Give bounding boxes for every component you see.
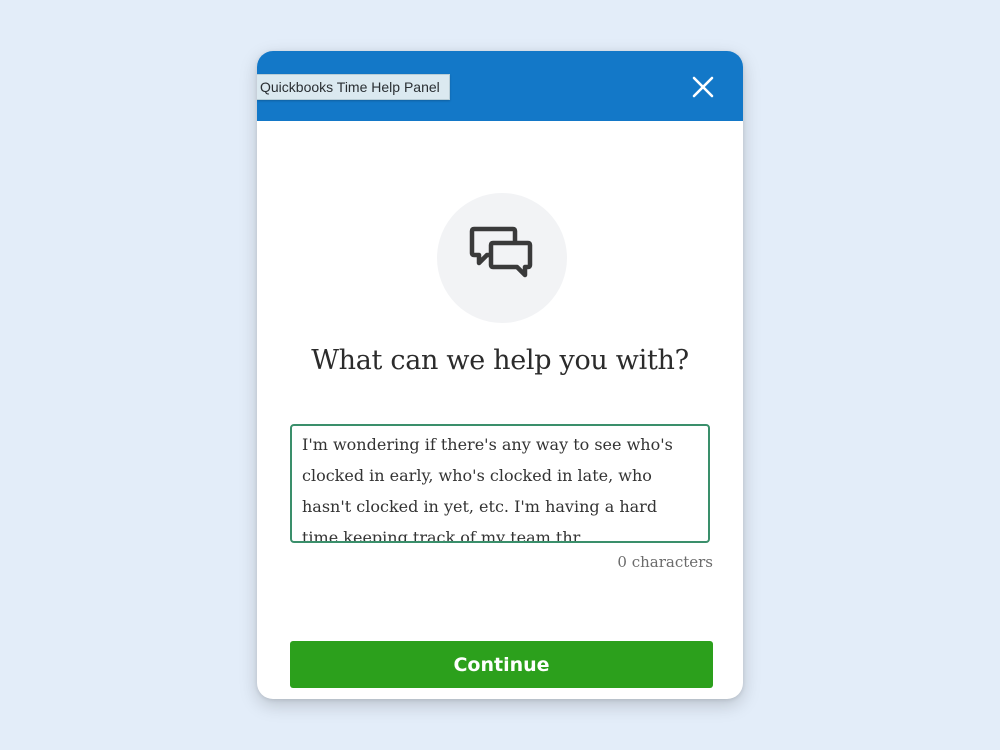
panel-header: Quickbooks Time Help Panel <box>257 51 743 121</box>
character-count: 0 characters <box>617 553 713 571</box>
help-panel: Quickbooks Time Help Panel What can we h… <box>257 51 743 699</box>
help-question-input[interactable]: I'm wondering if there's any way to see … <box>290 424 710 543</box>
close-button[interactable] <box>687 71 719 103</box>
chat-bubbles-icon <box>469 226 533 278</box>
continue-button[interactable]: Continue <box>290 641 713 688</box>
panel-title: Quickbooks Time Help Panel <box>257 74 450 100</box>
chat-icon-container <box>437 193 567 323</box>
close-icon <box>692 76 714 98</box>
help-heading: What can we help you with? <box>311 345 689 376</box>
